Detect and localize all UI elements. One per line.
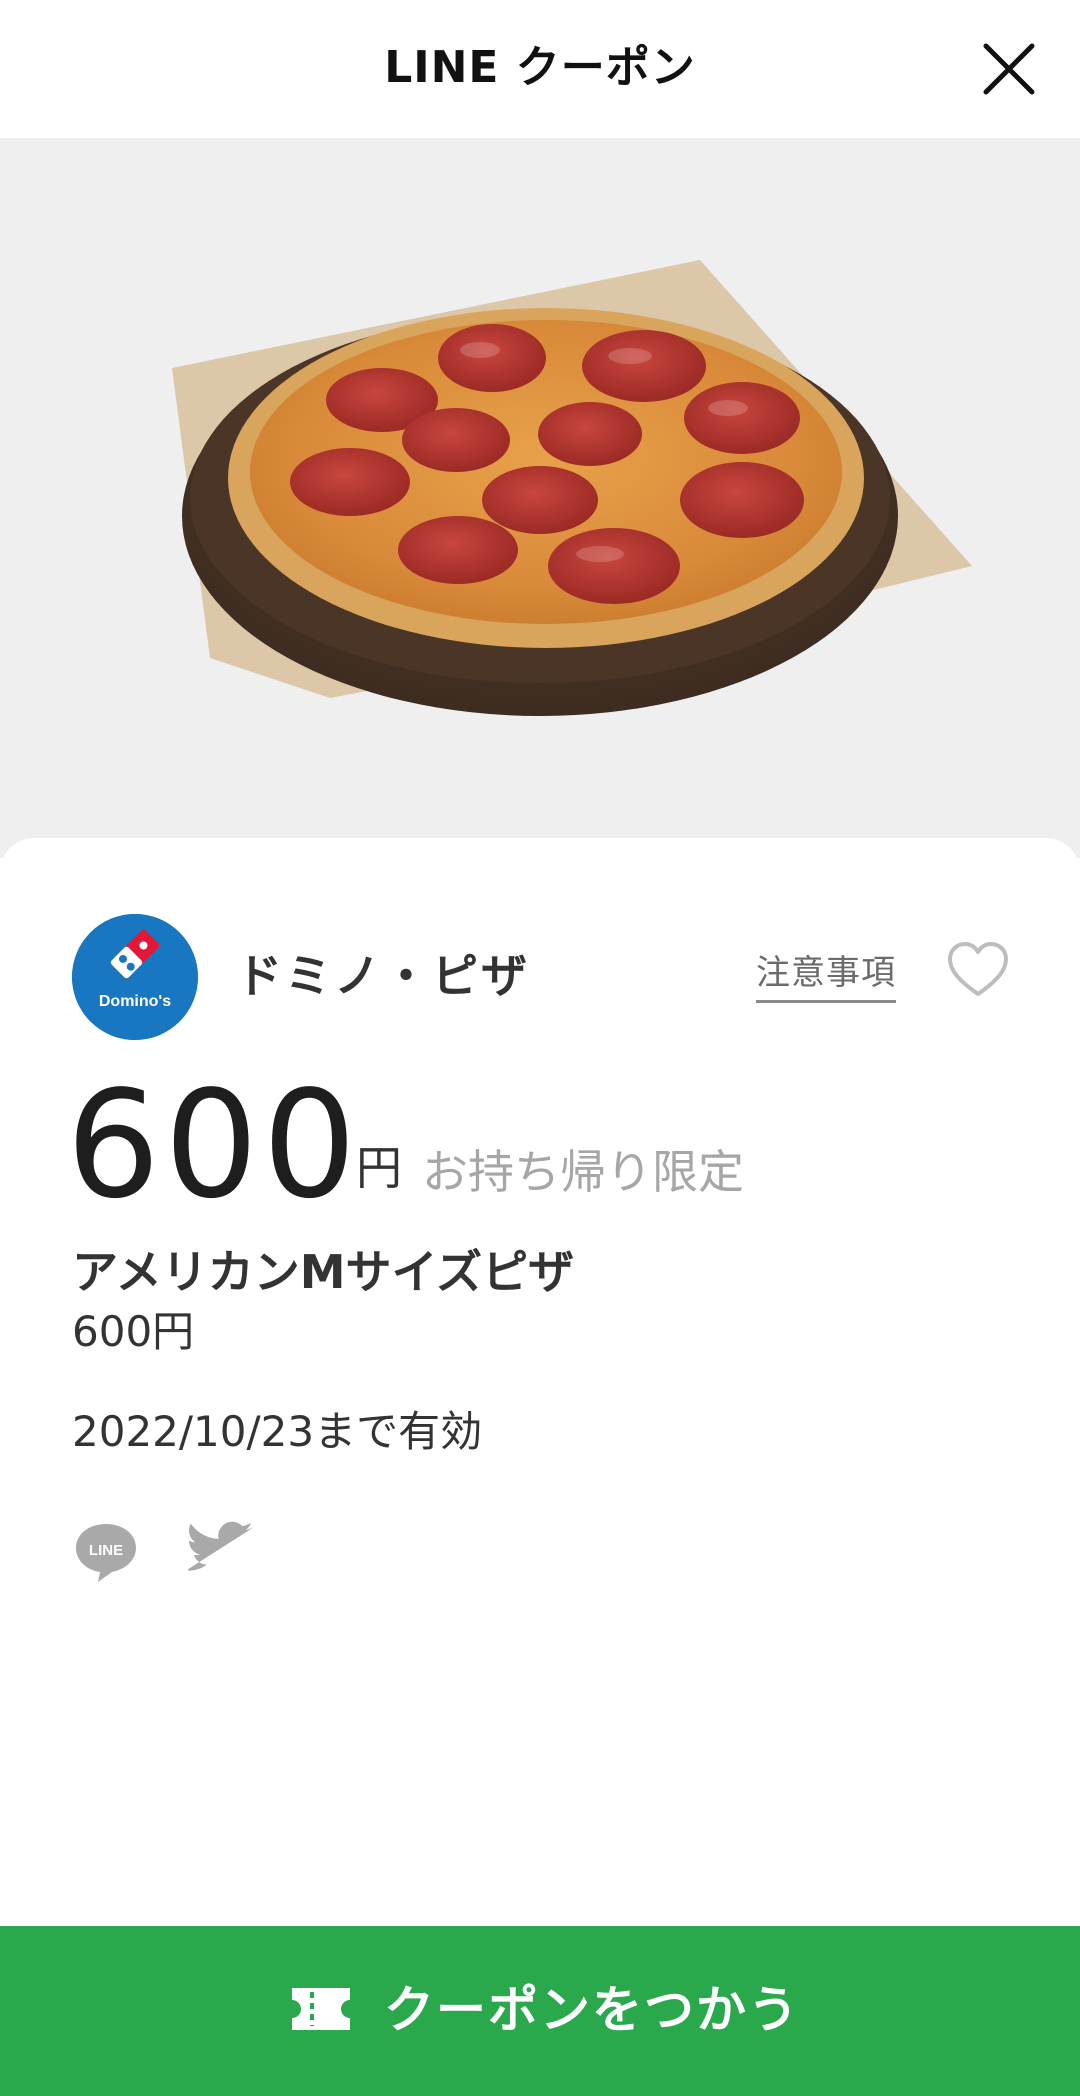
- close-button[interactable]: [976, 36, 1042, 102]
- item-name: アメリカンMサイズピザ: [72, 1245, 575, 1299]
- item-price: 600円: [72, 1307, 195, 1356]
- takeout-note: お持ち帰り限定: [422, 1145, 744, 1199]
- pizza-image: [172, 260, 972, 716]
- twitter-icon: [186, 1521, 254, 1571]
- validity-date: 2022/10/23まで有効: [72, 1407, 483, 1456]
- coupon-price: 600: [66, 1059, 361, 1231]
- svg-text:Domino's: Domino's: [99, 993, 171, 1010]
- brand-logo: Domino's: [72, 914, 198, 1040]
- notice-link[interactable]: 注意事項: [756, 950, 896, 1003]
- use-coupon-label: クーポンをつかう: [384, 1981, 800, 2039]
- page-title: LINE クーポン: [384, 42, 696, 93]
- coupon-card: Domino's ドミノ・ピザ 注意事項 600 円 お持ち帰り限定 アメリカン…: [0, 838, 1080, 1938]
- ticket-icon: [292, 1988, 350, 2030]
- app-header: LINE クーポン: [0, 0, 1080, 138]
- svg-text:LINE: LINE: [89, 1542, 123, 1559]
- share-line-button[interactable]: LINE: [72, 1520, 140, 1584]
- heart-icon: [948, 942, 1008, 996]
- favorite-button[interactable]: [946, 940, 1010, 1000]
- close-icon: [983, 43, 1035, 95]
- dominos-logo-icon: Domino's: [72, 914, 198, 1040]
- hero-image: [0, 138, 1080, 858]
- shop-name: ドミノ・ピザ: [236, 949, 530, 1003]
- share-twitter-button[interactable]: [186, 1520, 254, 1580]
- line-icon: LINE: [76, 1524, 136, 1582]
- price-unit: 円: [356, 1141, 402, 1195]
- use-coupon-button[interactable]: クーポンをつかう: [0, 1926, 1080, 2096]
